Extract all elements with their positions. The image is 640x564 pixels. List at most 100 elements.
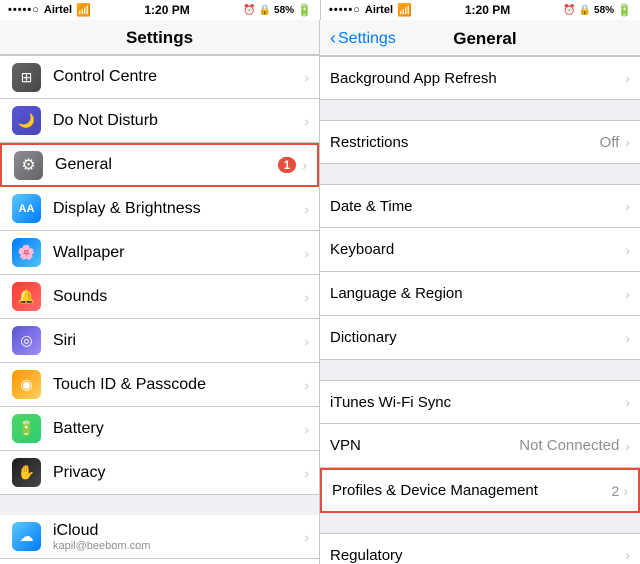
- right-item-keyboard[interactable]: Keyboard ›: [320, 228, 640, 272]
- vpn-chevron: ›: [625, 438, 630, 454]
- left-panel-title: Settings: [0, 28, 319, 48]
- right-item-dictionary[interactable]: Dictionary ›: [320, 316, 640, 360]
- general-badge: 1: [278, 157, 297, 173]
- privacy-chevron: ›: [304, 465, 309, 481]
- battery-label: Battery: [53, 420, 304, 438]
- alarm-icon: ⏰: [243, 5, 255, 16]
- touchid-label: Touch ID & Passcode: [53, 376, 304, 394]
- bg-refresh-chevron: ›: [625, 70, 630, 86]
- dnd-label: Do Not Disturb: [53, 112, 304, 130]
- vpn-label: VPN: [330, 425, 519, 466]
- restrictions-label: Restrictions: [330, 122, 600, 163]
- bg-refresh-label: Background App Refresh: [330, 58, 625, 99]
- control-centre-icon: ⊞: [12, 63, 41, 92]
- carrier-left: Airtel: [44, 4, 72, 16]
- carrier-right: Airtel: [365, 4, 393, 16]
- icloud-sublabel: kapil@beebom.com: [53, 540, 304, 552]
- right-item-restrictions[interactable]: Restrictions Off ›: [320, 120, 640, 164]
- wallpaper-label: Wallpaper: [53, 244, 304, 262]
- battery-icon: 🔋: [12, 414, 41, 443]
- right-gap-1: [320, 100, 640, 120]
- general-chevron: ›: [302, 157, 307, 173]
- settings-item-wallpaper[interactable]: 🌸 Wallpaper ›: [0, 231, 319, 275]
- datetime-label: Date & Time: [330, 186, 625, 227]
- time-right: 1:20 PM: [412, 3, 563, 17]
- right-item-bg-refresh[interactable]: Background App Refresh ›: [320, 56, 640, 100]
- touchid-icon: ◉: [12, 370, 41, 399]
- settings-item-siri[interactable]: ◎ Siri ›: [0, 319, 319, 363]
- battery-icon-left: 🔋: [297, 3, 312, 17]
- keyboard-label: Keyboard: [330, 229, 625, 270]
- settings-item-display[interactable]: AA Display & Brightness ›: [0, 187, 319, 231]
- settings-item-icloud[interactable]: ☁ iCloud kapil@beebom.com ›: [0, 515, 319, 559]
- right-gap-2: [320, 164, 640, 184]
- right-item-vpn[interactable]: VPN Not Connected ›: [320, 424, 640, 468]
- sounds-icon: 🔔: [12, 282, 41, 311]
- right-panel-header: ‹ Settings General: [320, 20, 640, 56]
- settings-item-sounds[interactable]: 🔔 Sounds ›: [0, 275, 319, 319]
- icloud-icon: ☁: [12, 522, 41, 551]
- settings-item-appstore[interactable]: A iTunes & App Store ›: [0, 559, 319, 564]
- regulatory-label: Regulatory: [330, 535, 625, 564]
- signal-right: •••••○: [329, 4, 361, 16]
- wifi-right-icon: 📶: [397, 3, 412, 17]
- battery-chevron: ›: [304, 421, 309, 437]
- alarm-icon-right: ⏰: [563, 5, 575, 16]
- settings-item-privacy[interactable]: ✋ Privacy ›: [0, 451, 319, 495]
- dnd-icon: 🌙: [12, 106, 41, 135]
- profiles-chevron: ›: [623, 483, 628, 499]
- sounds-chevron: ›: [304, 289, 309, 305]
- right-item-itunes-wifi[interactable]: iTunes Wi-Fi Sync ›: [320, 380, 640, 424]
- regulatory-chevron: ›: [625, 547, 630, 563]
- signal-left: •••••○: [8, 4, 40, 16]
- siri-chevron: ›: [304, 333, 309, 349]
- itunes-wifi-label: iTunes Wi-Fi Sync: [330, 382, 625, 423]
- icloud-text: iCloud kapil@beebom.com: [53, 522, 304, 552]
- status-bar: •••••○ Airtel 📶 1:20 PM ⏰ 🔒 58% 🔋 •••••○…: [0, 0, 640, 20]
- status-icons-right: ⏰ 🔒 58% 🔋: [563, 3, 632, 17]
- right-item-profiles[interactable]: Profiles & Device Management 2 ›: [320, 468, 640, 513]
- right-gap-4: [320, 513, 640, 533]
- dictionary-label: Dictionary: [330, 317, 625, 358]
- touchid-chevron: ›: [304, 377, 309, 393]
- settings-item-control-centre[interactable]: ⊞ Control Centre ›: [0, 55, 319, 99]
- right-item-datetime[interactable]: Date & Time ›: [320, 184, 640, 228]
- general-icon: ⚙: [14, 151, 43, 180]
- privacy-icon: ✋: [12, 458, 41, 487]
- control-centre-chevron: ›: [304, 69, 309, 85]
- lock-icon: 🔒: [259, 5, 271, 16]
- display-label: Display & Brightness: [53, 200, 304, 218]
- display-chevron: ›: [304, 201, 309, 217]
- control-centre-label: Control Centre: [53, 68, 304, 86]
- left-panel-header: Settings: [0, 20, 319, 55]
- icloud-chevron: ›: [304, 529, 309, 545]
- back-button[interactable]: ‹ Settings: [330, 28, 396, 49]
- status-bar-right: •••••○ Airtel 📶 1:20 PM ⏰ 🔒 58% 🔋: [320, 0, 640, 20]
- time-left: 1:20 PM: [91, 3, 243, 17]
- right-settings-list: Background App Refresh › Restrictions Of…: [320, 56, 640, 564]
- battery-pct-left: 58%: [274, 5, 294, 16]
- vpn-value: Not Connected: [519, 437, 619, 454]
- settings-item-touchid[interactable]: ◉ Touch ID & Passcode ›: [0, 363, 319, 407]
- right-item-regulatory[interactable]: Regulatory ›: [320, 533, 640, 564]
- display-icon: AA: [12, 194, 41, 223]
- settings-item-battery[interactable]: 🔋 Battery ›: [0, 407, 319, 451]
- wifi-left-icon: 📶: [76, 3, 91, 17]
- lock-icon-right: 🔒: [579, 5, 591, 16]
- profiles-badge: 2: [612, 483, 620, 499]
- battery-icon-right: 🔋: [617, 3, 632, 17]
- status-bar-left: •••••○ Airtel 📶 1:20 PM ⏰ 🔒 58% 🔋: [0, 0, 320, 20]
- wallpaper-chevron: ›: [304, 245, 309, 261]
- settings-section-main: ⊞ Control Centre › 🌙 Do Not Disturb ›: [0, 55, 319, 495]
- section-gap-1: [0, 495, 319, 515]
- back-label: Settings: [338, 30, 396, 48]
- privacy-label: Privacy: [53, 464, 304, 482]
- right-gap-3: [320, 360, 640, 380]
- settings-item-general[interactable]: ⚙ General 1 ›: [0, 143, 319, 187]
- right-item-language[interactable]: Language & Region ›: [320, 272, 640, 316]
- siri-icon: ◎: [12, 326, 41, 355]
- battery-pct-right: 58%: [594, 5, 614, 16]
- settings-item-dnd[interactable]: 🌙 Do Not Disturb ›: [0, 99, 319, 143]
- language-chevron: ›: [625, 286, 630, 302]
- back-chevron-icon: ‹: [330, 28, 336, 49]
